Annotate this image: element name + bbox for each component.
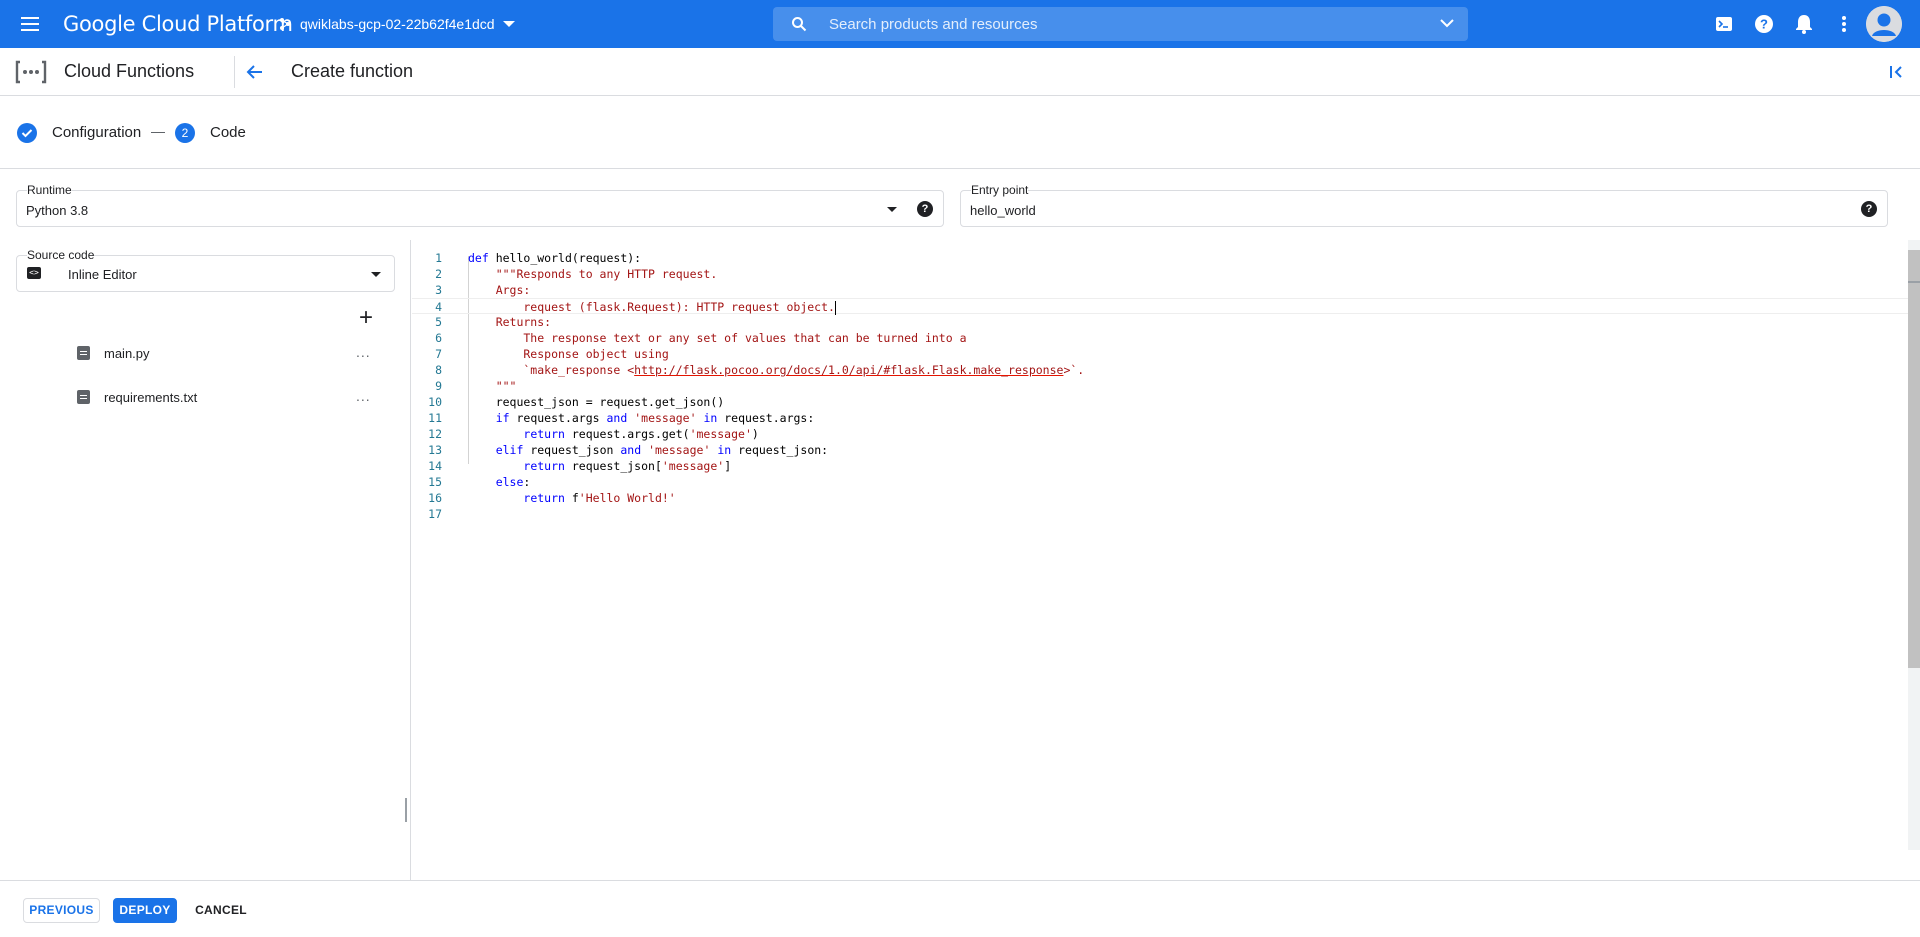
runtime-select[interactable]: Runtime Python 3.8 ? (16, 183, 944, 227)
back-arrow-icon[interactable] (243, 60, 267, 84)
product-title: Cloud Functions (64, 61, 195, 81)
cloud-shell-icon[interactable] (1712, 12, 1736, 36)
text-cursor (834, 300, 836, 315)
file-icon (77, 346, 90, 360)
page-title: Create function (291, 61, 414, 81)
entry-point-input[interactable]: hello_world (970, 203, 1036, 218)
more-horiz-icon[interactable]: ... (356, 344, 371, 360)
file-name: requirements.txt (104, 390, 198, 405)
project-selector[interactable]: qwiklabs-gcp-02-22b62f4e1dcd (278, 12, 515, 36)
previous-button[interactable]: PREVIOUS (23, 898, 100, 923)
docs-link[interactable]: http://flask.pocoo.org/docs/1.0/api/#fla… (634, 363, 1063, 377)
dropdown-arrow-icon[interactable] (371, 272, 381, 277)
editor-scrollbar[interactable] (1908, 240, 1920, 850)
code-line[interactable]: 12 return request.args.get('message') (412, 426, 1908, 442)
chevron-down-icon[interactable] (1440, 18, 1454, 28)
help-icon[interactable]: ? (1861, 201, 1877, 217)
code-line[interactable]: 8 `make_response <http://flask.pocoo.org… (412, 362, 1908, 378)
more-vert-icon[interactable] (1832, 12, 1856, 36)
top-app-bar: Google Cloud Platform qwiklabs-gcp-02-22… (0, 0, 1920, 48)
avatar[interactable] (1866, 6, 1902, 42)
search-input[interactable]: Search products and resources (829, 16, 1037, 33)
menu-icon[interactable] (18, 12, 42, 36)
project-name: qwiklabs-gcp-02-22b62f4e1dcd (300, 16, 495, 32)
code-line[interactable]: 3 Args: (412, 282, 1908, 298)
code-line[interactable]: 5 Returns: (412, 314, 1908, 330)
runtime-label: Runtime (27, 183, 72, 197)
entry-point-field[interactable]: Entry point hello_world ? (960, 183, 1888, 227)
entry-point-label: Entry point (971, 183, 1029, 197)
code-line[interactable]: 14 return request_json['message'] (412, 458, 1908, 474)
source-code-value: Inline Editor (68, 267, 137, 282)
search-bar[interactable]: Search products and resources (773, 7, 1468, 41)
check-icon (17, 123, 37, 143)
code-line[interactable]: 1 def hello_world(request): (412, 250, 1908, 266)
collapse-panel-icon[interactable] (1884, 60, 1908, 84)
source-code-label: Source code (27, 248, 95, 262)
code-line[interactable]: 11 if request.args and 'message' in requ… (412, 410, 1908, 426)
notifications-icon[interactable] (1792, 12, 1816, 36)
file-item-main-py[interactable]: main.py ... (0, 336, 410, 376)
code-line[interactable]: 16 return f'Hello World!' (412, 490, 1908, 506)
code-line-current[interactable]: 4 request (flask.Request): HTTP request … (412, 298, 1908, 315)
cancel-button[interactable]: CANCEL (189, 898, 253, 923)
brand-title[interactable]: Google Cloud Platform (63, 12, 293, 36)
code-line[interactable]: 6 The response text or any set of values… (412, 330, 1908, 346)
panel-resize-handle[interactable] (405, 798, 407, 822)
page-header: Cloud Functions Create function (0, 48, 1920, 96)
step-number-badge: 2 (175, 123, 195, 143)
divider (234, 56, 235, 88)
more-horiz-icon[interactable]: ... (356, 388, 371, 404)
dropdown-arrow-icon[interactable] (887, 207, 897, 212)
step-code: Code (210, 124, 246, 141)
code-line[interactable]: 13 elif request_json and 'message' in re… (412, 442, 1908, 458)
code-line[interactable]: 2 """Responds to any HTTP request. (412, 266, 1908, 282)
code-line[interactable]: 17 (412, 506, 1908, 522)
code-icon: <> (27, 267, 41, 279)
code-line[interactable]: 7 Response object using (412, 346, 1908, 362)
scrollbar-thumb[interactable] (1908, 250, 1920, 668)
file-item-requirements-txt[interactable]: requirements.txt ... (0, 380, 410, 420)
add-file-icon[interactable]: + (356, 306, 376, 330)
cloud-functions-icon (14, 60, 48, 84)
step-configuration[interactable]: Configuration (52, 124, 141, 141)
code-line[interactable]: 15 else: (412, 474, 1908, 490)
source-code-select[interactable]: Source code <> Inline Editor (16, 248, 395, 292)
file-name: main.py (104, 346, 150, 361)
code-line[interactable]: 9 """ (412, 378, 1908, 394)
file-explorer-panel: Source code <> Inline Editor + main.py .… (0, 240, 411, 880)
project-icon (280, 18, 290, 30)
code-line[interactable]: 10 request_json = request.get_json() (412, 394, 1908, 410)
step-connector (151, 132, 165, 133)
search-icon (792, 17, 807, 32)
footer-actions: PREVIOUS DEPLOY CANCEL (0, 880, 1920, 937)
chevron-down-icon (502, 21, 515, 27)
deploy-button[interactable]: DEPLOY (113, 898, 177, 923)
cursor-position-marker (1908, 281, 1920, 283)
runtime-value: Python 3.8 (26, 203, 89, 218)
help-icon[interactable]: ? (1752, 12, 1776, 36)
help-icon[interactable]: ? (917, 201, 933, 217)
file-icon (77, 390, 90, 404)
stepper: Configuration 2 Code (0, 97, 1920, 169)
code-editor[interactable]: 1 def hello_world(request): 2 """Responds… (412, 240, 1920, 880)
svg-text:?: ? (1760, 17, 1768, 32)
